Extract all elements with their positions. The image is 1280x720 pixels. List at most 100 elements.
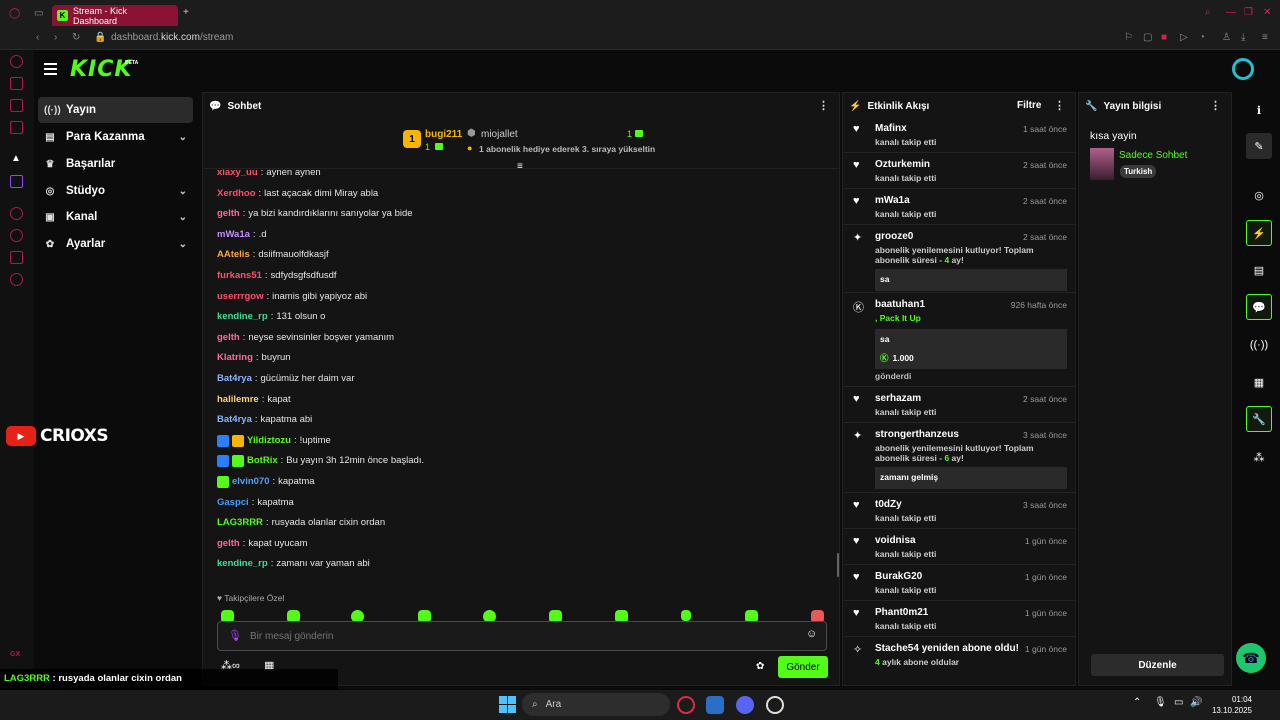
chat-username[interactable]: gelth [217, 330, 240, 346]
event-user[interactable]: voidnisa [875, 535, 916, 546]
sidebar-kick-icon[interactable]: ▲ [11, 153, 21, 164]
nav-item-basarilar[interactable]: ♛ Başarılar [38, 151, 193, 177]
nav-item-kanal[interactable]: ▣ Kanal ⌄ [38, 204, 193, 230]
chat-username[interactable]: AAtelis [217, 247, 250, 263]
forward-icon[interactable]: › [54, 32, 57, 43]
download-icon[interactable]: ⤓ [1241, 32, 1245, 43]
message-input[interactable] [250, 628, 790, 644]
chat-username[interactable]: LAG3RRR [217, 515, 263, 531]
chat-username[interactable]: Gaspci [217, 495, 249, 511]
tab-manager-icon[interactable]: ▭ [34, 8, 43, 19]
minimize-icon[interactable]: — [1226, 7, 1236, 18]
chat-username[interactable]: elvin070 [232, 474, 270, 490]
filter-button[interactable]: Filtre [1017, 100, 1041, 111]
microphone-icon[interactable]: 🎙 [228, 629, 242, 642]
mic-tray-icon[interactable]: 🎙 [1154, 697, 1167, 708]
display-tray-icon[interactable]: ▭ [1174, 697, 1183, 708]
event-user[interactable]: mWa1a [875, 195, 910, 206]
chat-username[interactable]: Xerdhoo [217, 186, 256, 202]
extensions-icon[interactable]: ◔ [1199, 32, 1205, 43]
app-taskbar-icon[interactable] [706, 696, 724, 714]
info-icon[interactable]: ℹ [1246, 97, 1272, 123]
sidebar-history-icon[interactable] [10, 229, 23, 242]
chat-username[interactable]: gelth [217, 536, 240, 552]
url-field[interactable]: dashboard.kick.com/stream [111, 32, 233, 43]
chat-username[interactable]: userrrgow [217, 289, 263, 305]
close-window-icon[interactable]: ✕ [1263, 7, 1271, 18]
chat-username[interactable]: xiaxy_uu [217, 169, 258, 181]
edit-button[interactable]: Düzenle [1091, 654, 1224, 676]
event-user[interactable]: Stache54 yeniden abone oldu! [875, 643, 1019, 654]
browser-tab[interactable]: K Stream - Kick Dashboard [52, 5, 178, 26]
chat-scrollbar[interactable] [837, 553, 839, 577]
nav-item-studyo[interactable]: ◎ Stüdyo ⌄ [38, 178, 193, 204]
chat-username[interactable]: halilemre [217, 392, 259, 408]
new-tab-icon[interactable]: + [183, 7, 189, 18]
event-user[interactable]: baatuhan1 [875, 299, 925, 310]
chat-username[interactable]: kendine_rp [217, 309, 268, 325]
chat-username[interactable]: Bat4rya [217, 371, 252, 387]
back-icon[interactable]: ‹ [36, 32, 39, 43]
opera-gx-taskbar-icon[interactable] [677, 696, 695, 714]
chat-more-icon[interactable]: ⋮ [818, 99, 829, 112]
send-button[interactable]: Gönder [778, 656, 828, 678]
activity-more-icon[interactable]: ⋮ [1054, 99, 1065, 112]
gifter-name[interactable]: bugi211 [425, 129, 462, 140]
edit-icon[interactable]: ✎ [1246, 133, 1272, 159]
nav-item-ayarlar[interactable]: ✿ Ayarlar ⌄ [38, 231, 193, 257]
user-avatar[interactable] [1232, 58, 1254, 80]
chat-settings-icon[interactable]: ✿ [756, 661, 764, 672]
start-icon[interactable] [499, 696, 516, 713]
event-user[interactable]: grooze0 [875, 231, 913, 242]
taskbar-search[interactable]: ⌕ Ara [522, 693, 670, 716]
chat-username[interactable]: Klatring [217, 350, 253, 366]
shield-icon[interactable]: ■ [1161, 32, 1167, 43]
emoji-icon[interactable]: ☺ [806, 628, 817, 640]
support-chat-icon[interactable]: ☎ [1236, 643, 1266, 673]
sidebar-player-icon[interactable] [10, 207, 23, 220]
sidebar-twitch-icon[interactable] [10, 99, 23, 112]
taskbar-clock[interactable]: 01:04 13.10.2025 [1208, 694, 1252, 716]
more-tools-icon[interactable]: ⁂ [1246, 444, 1272, 470]
sidebar-settings-icon[interactable] [10, 273, 23, 286]
volume-tray-icon[interactable]: 🔊 [1190, 697, 1202, 708]
notes-icon[interactable]: ▤ [1246, 257, 1272, 283]
discord-taskbar-icon[interactable] [736, 696, 754, 714]
hamburger-menu-icon[interactable] [44, 63, 57, 75]
profile-icon[interactable]: ♙ [1222, 32, 1231, 43]
bookmark-icon[interactable]: ⚐ [1124, 32, 1133, 43]
opera-icon[interactable]: ◯ [9, 8, 20, 19]
chat-toggle-icon[interactable]: 💬 [1246, 294, 1272, 320]
event-user[interactable]: serhazam [875, 393, 921, 404]
search-tabs-icon[interactable]: ⌕ [1205, 7, 1211, 18]
nav-item-yayin[interactable]: ((·)) Yayın [38, 97, 193, 123]
maximize-icon[interactable]: ❐ [1244, 7, 1253, 18]
steam-taskbar-icon[interactable] [766, 696, 784, 714]
play-icon[interactable]: ▷ [1180, 32, 1188, 43]
event-user[interactable]: Mafinx [875, 123, 907, 134]
camera-icon[interactable]: ◎ [1246, 182, 1272, 208]
sidebar-ai-icon[interactable] [10, 55, 23, 68]
kick-logo[interactable]: KICK [70, 57, 132, 82]
event-user[interactable]: BurakG20 [875, 571, 922, 582]
tools-toggle-icon[interactable]: 🔧 [1246, 406, 1272, 432]
snapshot-icon[interactable]: ▢ [1143, 32, 1152, 43]
sidebar-extensions-icon[interactable] [10, 251, 23, 264]
stream-info-more-icon[interactable]: ⋮ [1210, 99, 1221, 112]
recipient-name[interactable]: miojallet [481, 129, 518, 140]
category-name[interactable]: Sadece Sohbet [1119, 150, 1187, 161]
message-input-box[interactable]: 🎙 ☺ [217, 621, 827, 651]
reload-icon[interactable]: ↻ [72, 32, 80, 43]
broadcast-toggle-icon[interactable]: ((·)) [1246, 332, 1272, 358]
chat-username[interactable]: BotRix [247, 453, 278, 469]
sidebar-twitch-app-icon[interactable] [10, 175, 23, 188]
chat-username[interactable]: furkans51 [217, 268, 262, 284]
sidebar-news-icon[interactable] [10, 121, 23, 134]
sidebar-shop-icon[interactable] [10, 77, 23, 90]
emote-icon[interactable] [681, 610, 691, 621]
chat-username[interactable]: gelth [217, 206, 240, 222]
chat-username[interactable]: Yildiztozu [247, 433, 291, 449]
tray-chevron-icon[interactable]: ⌃ [1133, 697, 1141, 708]
event-user[interactable]: t0dZy [875, 499, 902, 510]
chat-username[interactable]: kendine_rp [217, 556, 268, 572]
